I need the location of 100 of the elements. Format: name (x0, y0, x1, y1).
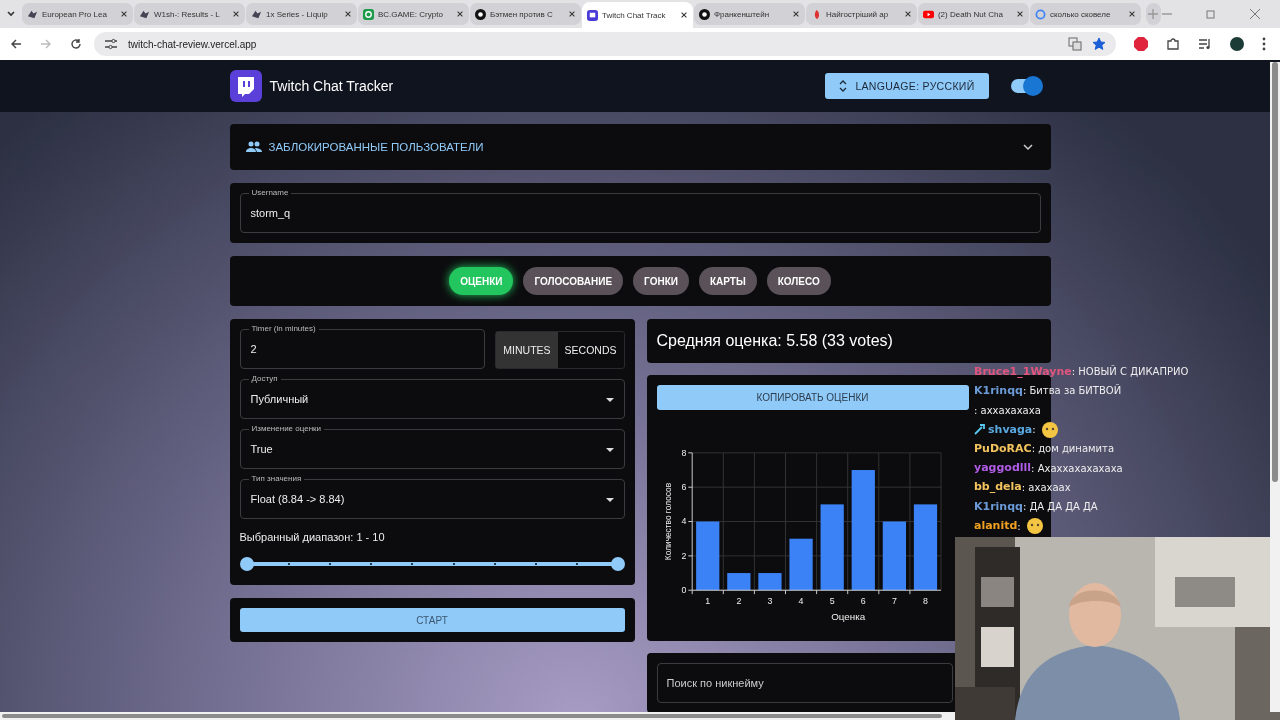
puzzle-icon[interactable] (1166, 37, 1180, 51)
search-field[interactable]: Поиск по никнейму (656, 663, 953, 703)
app-title: Twitch Chat Tracker (269, 78, 394, 94)
media-icon[interactable] (1198, 37, 1212, 51)
chat-username: Bruce1_1Wayne (974, 365, 1072, 378)
translate-icon[interactable] (1068, 37, 1082, 51)
avatar-icon[interactable] (1230, 37, 1244, 51)
bar (882, 521, 906, 590)
tab-list-icon[interactable] (6, 9, 17, 19)
scrollbar-thumb[interactable] (2, 714, 942, 718)
emote-icon (1024, 517, 1045, 535)
logo-icon (474, 8, 486, 20)
reload-icon[interactable] (70, 38, 82, 50)
unit-toggle[interactable]: SECONDS (557, 332, 624, 368)
users-icon (245, 141, 262, 153)
chat-username: K1rinqq (974, 500, 1023, 513)
address-bar[interactable]: twitch-chat-review.vercel.app (94, 32, 1116, 56)
logo-icon (698, 8, 710, 20)
mode-tab[interactable]: КАРТЫ (698, 267, 757, 295)
logo-icon (250, 8, 262, 20)
language-button[interactable]: LANGUAGE: РУССКИЙ (825, 73, 989, 99)
chevron-icon (1022, 143, 1033, 151)
bar (726, 572, 750, 590)
x-tick-label: 8 (922, 595, 928, 606)
range-label: Выбранный диапазон: 1 - 10 (239, 531, 386, 543)
browser-tab[interactable]: Бэтмен против С (469, 3, 581, 25)
browser-tab[interactable]: European Pro Lea (21, 3, 133, 25)
chat-username: K1rinqq (974, 384, 1023, 397)
x-tick-label: 3 (767, 595, 772, 606)
chat-text: : аххахахаха (974, 404, 1041, 416)
x-tick-label: 5 (829, 595, 835, 606)
close-icon[interactable] (1127, 10, 1136, 18)
mode-tab[interactable]: ГОНКИ (633, 267, 689, 295)
x-tick-label: 6 (860, 595, 866, 606)
menu-icon[interactable] (1262, 37, 1266, 51)
scrollbar-thumb[interactable] (1272, 62, 1278, 482)
emote-icon (1039, 420, 1060, 439)
browser-tab[interactable]: BC.GAME: Crypto (357, 3, 469, 25)
chat-text: : НОВЫЙ С ДИКАПРИО (1071, 366, 1189, 378)
close-icon[interactable] (1015, 10, 1024, 18)
close-icon[interactable] (679, 11, 688, 19)
x-tick-label: 7 (891, 595, 897, 606)
x-tick-label: 1 (704, 595, 710, 606)
close-icon[interactable] (455, 10, 464, 18)
x-tick-label: 2 (735, 595, 741, 606)
adblock-icon[interactable] (1134, 37, 1148, 51)
chat-text: : ахахаах (1021, 481, 1071, 493)
browser-tab[interactable]: Франкенштейн (693, 3, 805, 25)
x-tick-label: 4 (798, 595, 803, 606)
close-icon[interactable] (567, 10, 576, 18)
chat-logo-icon (229, 70, 262, 102)
browser-tab[interactable]: сколько сковеле (1029, 3, 1141, 25)
app-icon (362, 8, 374, 20)
start-button[interactable]: СТАРТ (239, 608, 625, 632)
chat-text: : дом динамита (1031, 443, 1115, 455)
star-icon[interactable] (1092, 37, 1106, 51)
x-axis-title: Оценка (830, 610, 865, 622)
app-icon (586, 9, 598, 21)
y-axis-title: Количество голосов (662, 482, 673, 560)
chat-text: : (1017, 520, 1021, 532)
caret-icon (605, 498, 614, 502)
chat-username: PuDoRAC (974, 442, 1032, 455)
chat-username: bb_dela (974, 481, 1022, 494)
close-icon[interactable] (343, 10, 352, 18)
back-icon[interactable] (10, 38, 22, 50)
y-tick-label: 4 (680, 516, 686, 527)
copy-ratings-button[interactable]: КОПИРОВАТЬ ОЦЕНКИ (656, 385, 969, 410)
y-tick-label: 8 (680, 447, 686, 458)
y-tick-label: 6 (680, 481, 686, 492)
browser-tab[interactable]: Twitch Chat Track (581, 2, 693, 28)
panel-title: ЗАБЛОКИРОВАННЫЕ ПОЛЬЗОВАТЕЛИ (268, 141, 484, 153)
browser-tab[interactable]: W1sh-: Results - L (133, 3, 245, 25)
unit-toggle[interactable]: MINUTES (496, 332, 558, 368)
logo-icon (26, 8, 38, 20)
blocked-users-panel[interactable]: ЗАБЛОКИРОВАННЫЕ ПОЛЬЗОВАТЕЛИ (229, 124, 1051, 170)
close-icon[interactable] (119, 10, 128, 18)
y-tick-label: 2 (680, 550, 686, 561)
ring-icon (1034, 8, 1046, 20)
caret-icon (605, 448, 614, 452)
sort-icon (839, 80, 848, 92)
mode-tab[interactable]: КОЛЕСО (766, 267, 831, 295)
site-settings-icon[interactable] (104, 38, 118, 50)
chat-username: yaggodlll (974, 462, 1032, 475)
bar (695, 521, 719, 590)
close-icon[interactable] (791, 10, 800, 18)
mode-tab[interactable]: ГОЛОСОВАНИЕ (523, 267, 624, 295)
average-rating: Средняя оценка: 5.58 (33 votes) (656, 332, 893, 350)
chat-text: : Битва за БИТВОЙ (1022, 385, 1122, 397)
range-slider[interactable] (239, 557, 625, 571)
browser-tab[interactable]: 1x Series - Liquip (245, 3, 357, 25)
bar (788, 538, 813, 590)
browser-tab[interactable]: Найгостріший ар (805, 3, 917, 25)
browser-tab[interactable]: (2) Death Nut Cha (917, 3, 1029, 25)
close-icon[interactable] (903, 10, 912, 18)
caret-icon (605, 398, 614, 402)
video-icon (922, 8, 934, 20)
logo-icon (138, 8, 150, 20)
close-icon[interactable] (231, 10, 240, 18)
chat-text: : (1032, 424, 1036, 436)
bar (757, 572, 782, 590)
